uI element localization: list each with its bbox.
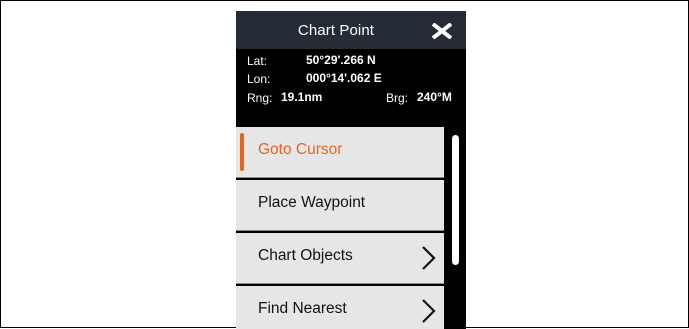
menu-item-chart-objects[interactable]: Chart Objects <box>236 233 444 284</box>
page-title: Chart Point <box>297 22 375 39</box>
scrollbar-thumb[interactable] <box>452 135 459 265</box>
menu-item-find-nearest[interactable]: Find Nearest <box>236 286 444 329</box>
menu-item-place-waypoint[interactable]: Place Waypoint <box>236 180 444 231</box>
bearing-label: Brg: <box>386 91 409 105</box>
lat-value: 50°29'.266 N <box>306 53 376 67</box>
close-x-icon[interactable] <box>432 23 452 39</box>
lon-value: 000°14'.062 E <box>306 71 382 85</box>
context-menu: Goto Cursor Place Waypoint Chart Objects… <box>236 127 444 329</box>
position-info: Lat: 50°29'.266 N Lon: 000°14'.062 E Rng… <box>236 49 466 127</box>
menu-item-label: Find Nearest <box>258 300 347 317</box>
chevron-right-icon <box>422 246 436 270</box>
range-value: 19.1nm <box>281 90 323 104</box>
selection-indicator <box>240 133 244 171</box>
menu-item-label: Place Waypoint <box>258 194 366 211</box>
chart-point-panel: Chart Point Lat: 50°29'.266 N Lon: 000°1… <box>236 11 466 329</box>
bearing-value: 240°M <box>417 90 452 104</box>
menu-item-label: Chart Objects <box>258 247 353 264</box>
range-label: Rng: <box>247 91 273 105</box>
panel-header: Chart Point <box>236 11 466 49</box>
screenshot-frame: Chart Point Lat: 50°29'.266 N Lon: 000°1… <box>0 0 689 329</box>
menu-item-label: Goto Cursor <box>258 141 343 158</box>
menu-item-goto-cursor[interactable]: Goto Cursor <box>236 127 444 178</box>
chevron-right-icon <box>422 299 436 323</box>
lat-label: Lat: <box>247 54 268 68</box>
lon-label: Lon: <box>247 72 271 86</box>
